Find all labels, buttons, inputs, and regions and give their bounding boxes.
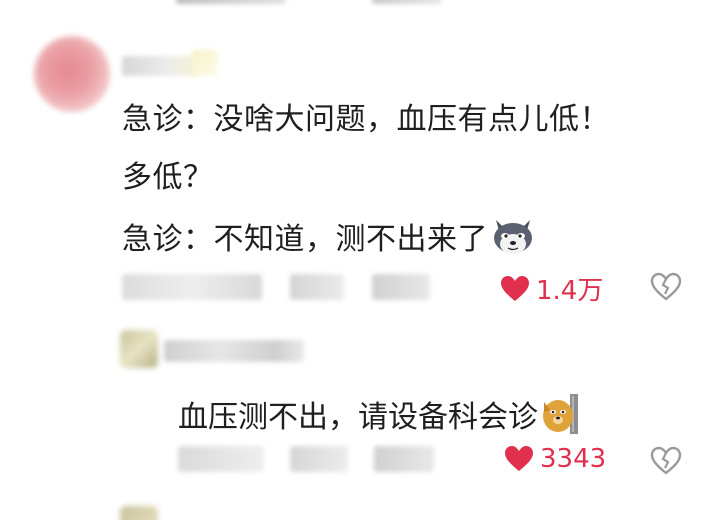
- reply-avatar[interactable]: [120, 330, 158, 368]
- heart-icon: [501, 275, 529, 301]
- previous-item-meta-blur: [176, 0, 286, 4]
- broken-heart-icon: [650, 446, 682, 475]
- comment-line-2: 多低？: [122, 160, 214, 195]
- comment-line-1: 急诊：没啥大问题，血压有点儿低！: [122, 102, 610, 137]
- reply-button-blur[interactable]: [372, 274, 430, 300]
- reply-location-blur: [290, 446, 348, 472]
- next-reply-avatar[interactable]: [120, 506, 158, 520]
- heart-icon: [505, 446, 533, 471]
- reply-reply-button-blur[interactable]: [374, 446, 434, 472]
- broken-heart-icon: [650, 272, 682, 301]
- wolf-face-emoji: [490, 216, 536, 265]
- reply-like-count: 3343: [540, 444, 607, 474]
- comment-thread: 急诊：没啥大问题，血压有点儿低！ 多低？ 急诊：不知道，测不出来了 1.4万 血…: [0, 0, 720, 520]
- username-badge-blur: [192, 50, 218, 76]
- avatar[interactable]: [34, 36, 110, 112]
- reply-line: 血压测不出，请设备科会诊: [178, 392, 580, 445]
- dislike-button[interactable]: [650, 272, 682, 306]
- comment-location-blur: [290, 274, 344, 300]
- comment-line-3-text: 急诊：不知道，测不出来了: [122, 222, 488, 257]
- comment-line-3: 急诊：不知道，测不出来了: [122, 216, 536, 265]
- comment-date-blur: [122, 274, 262, 300]
- username-blur[interactable]: [122, 56, 200, 76]
- reply-dislike-button[interactable]: [650, 446, 682, 480]
- reply-text: 血压测不出，请设备科会诊: [178, 400, 538, 435]
- like-button[interactable]: 1.4万: [500, 270, 603, 307]
- previous-item-action-blur: [372, 0, 442, 4]
- like-count: 1.4万: [536, 276, 604, 306]
- reply-date-blur: [178, 446, 264, 472]
- reply-like-button[interactable]: 3343: [504, 444, 606, 474]
- reply-username-blur[interactable]: [164, 340, 304, 362]
- dog-peeking-emoji: [540, 392, 580, 445]
